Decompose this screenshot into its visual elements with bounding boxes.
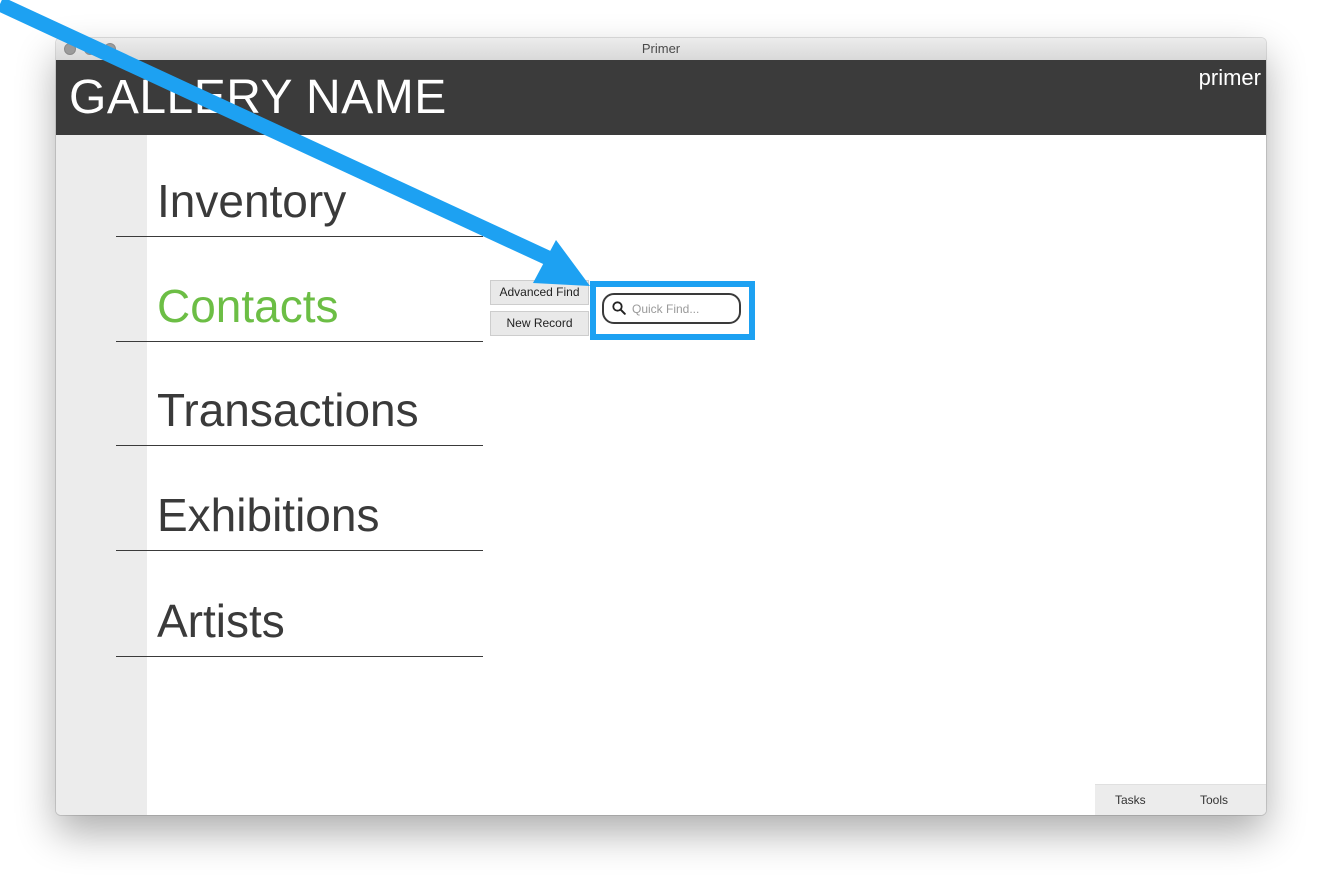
app-header: GALLERY NAME primer	[56, 60, 1266, 135]
nav-item-transactions[interactable]: Transactions	[116, 344, 483, 446]
nav-label-artists: Artists	[157, 595, 285, 647]
nav-item-artists[interactable]: Artists	[116, 555, 483, 657]
tasks-button[interactable]: Tasks	[1115, 793, 1146, 807]
nav-item-contacts[interactable]: Contacts	[116, 240, 483, 342]
tools-button[interactable]: Tools	[1200, 793, 1228, 807]
quick-find-field[interactable]	[602, 293, 741, 324]
window-title: Primer	[641, 41, 681, 56]
title-bar: Primer	[56, 38, 1266, 61]
nav-label-exhibitions: Exhibitions	[157, 489, 380, 541]
app-window: Primer GALLERY NAME primer Inventory Con…	[56, 38, 1266, 815]
nav-item-exhibitions[interactable]: Exhibitions	[116, 449, 483, 551]
brand-logo: primer	[1198, 65, 1261, 90]
quick-find-input[interactable]	[630, 298, 734, 320]
nav-item-inventory[interactable]: Inventory	[116, 135, 483, 237]
nav-label-contacts: Contacts	[157, 280, 339, 332]
nav-label-transactions: Transactions	[157, 384, 419, 436]
gallery-name: GALLERY NAME	[69, 71, 447, 124]
nav-label-inventory: Inventory	[157, 175, 347, 227]
search-icon	[612, 301, 626, 315]
bottom-toolbar: Tasks Tools	[1095, 784, 1266, 815]
new-record-button[interactable]: New Record	[490, 311, 589, 336]
advanced-find-button[interactable]: Advanced Find	[490, 280, 589, 305]
